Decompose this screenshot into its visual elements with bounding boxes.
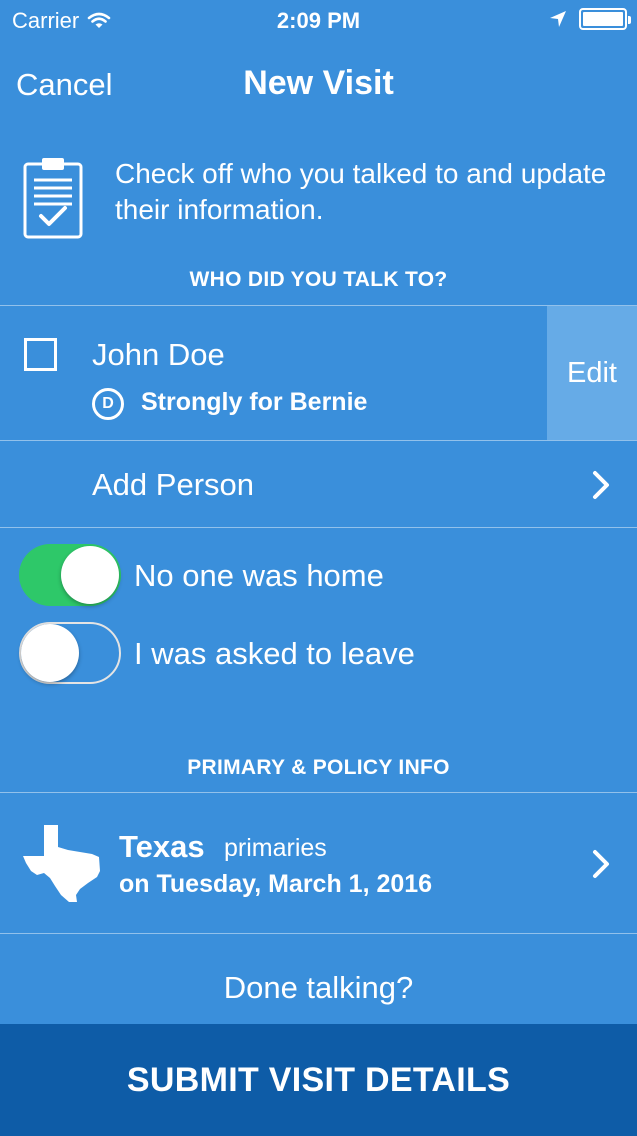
- submit-visit-button[interactable]: SUBMIT VISIT DETAILS: [0, 1024, 637, 1136]
- person-checkbox[interactable]: [24, 338, 57, 371]
- edit-person-button[interactable]: Edit: [547, 306, 637, 440]
- page-title: New Visit: [243, 64, 394, 102]
- clipboard-check-icon: [23, 158, 83, 239]
- no-one-home-toggle[interactable]: [19, 544, 121, 606]
- battery-icon: [579, 8, 631, 30]
- toggle-label: I was asked to leave: [134, 636, 415, 671]
- status-bar: Carrier 2:09 PM: [0, 0, 637, 40]
- status-right-icons: [549, 8, 631, 30]
- toggle-label: No one was home: [134, 558, 384, 593]
- election-type: primaries: [224, 834, 327, 862]
- divider: [0, 440, 637, 441]
- submit-label: SUBMIT VISIT DETAILS: [126, 1060, 511, 1099]
- nav-bar: Cancel New Visit: [0, 40, 637, 128]
- toggle-knob: [21, 624, 79, 682]
- chevron-right-icon: [593, 471, 609, 499]
- toggle-row-asked-to-leave: I was asked to leave: [0, 622, 637, 686]
- add-person-row[interactable]: Add Person: [0, 442, 637, 526]
- intro-text: Check off who you talked to and update t…: [115, 158, 607, 225]
- primary-info-row[interactable]: Texas primaries on Tuesday, March 1, 201…: [0, 793, 637, 933]
- toggle-knob: [61, 546, 119, 604]
- asked-to-leave-toggle[interactable]: [19, 622, 121, 684]
- divider: [0, 933, 637, 934]
- party-badge: D: [92, 388, 124, 420]
- primary-section-header: PRIMARY & POLICY INFO: [187, 756, 450, 779]
- edit-label: Edit: [567, 356, 617, 389]
- toggle-row-no-one-home: No one was home: [0, 544, 637, 608]
- done-talking-text: Done talking?: [223, 970, 414, 1005]
- texas-map-icon: [23, 825, 100, 902]
- support-level: Strongly for Bernie: [141, 388, 368, 416]
- person-name: John Doe: [92, 337, 225, 372]
- chevron-right-icon: [593, 850, 609, 878]
- add-person-label: Add Person: [92, 467, 254, 502]
- people-section-header: WHO DID YOU TALK TO?: [189, 268, 448, 291]
- location-arrow-icon: [550, 11, 566, 27]
- person-row[interactable]: John Doe D Strongly for Bernie Edit: [0, 306, 637, 440]
- state-name: Texas: [119, 829, 205, 864]
- status-time: 2:09 PM: [276, 8, 361, 33]
- intro-section: Check off who you talked to and update t…: [0, 150, 637, 250]
- election-date: on Tuesday, March 1, 2016: [119, 870, 433, 898]
- divider: [0, 527, 637, 528]
